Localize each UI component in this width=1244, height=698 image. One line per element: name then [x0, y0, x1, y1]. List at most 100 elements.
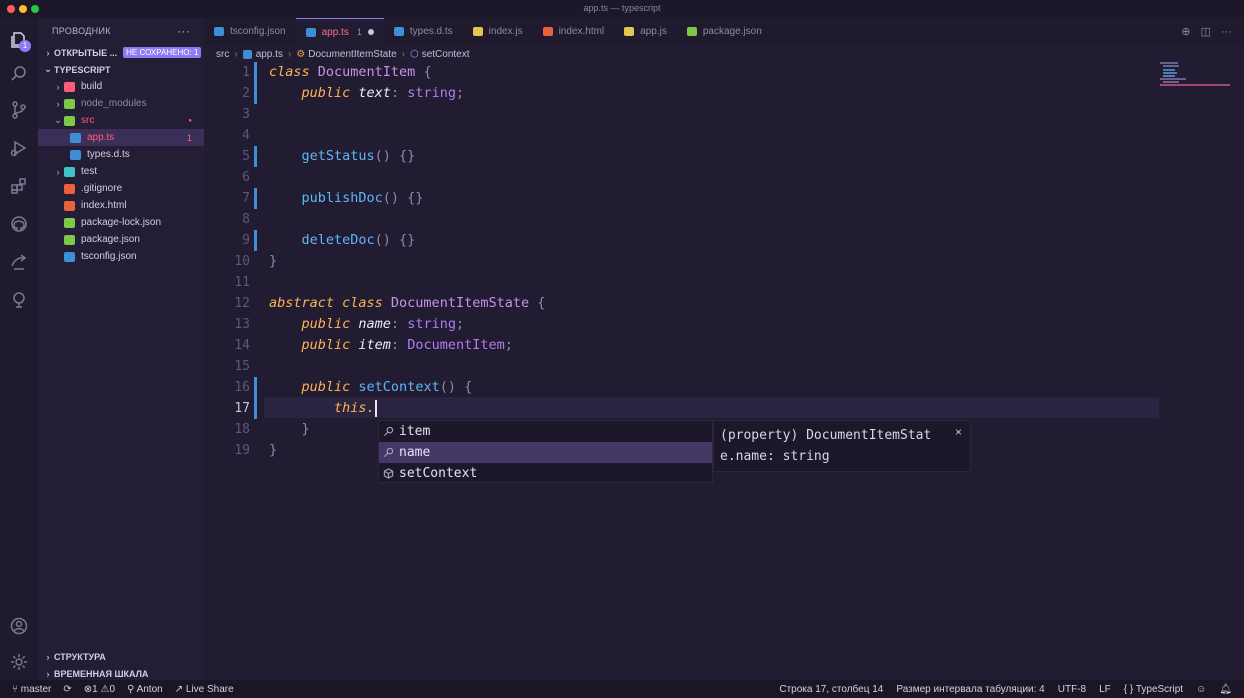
- code-line: 7 publishDoc() {}: [204, 188, 1204, 209]
- chevron-right-icon: ›: [401, 48, 405, 60]
- problems-status[interactable]: ⊗1 ⚠0: [84, 684, 115, 695]
- split-editor-icon[interactable]: ◫: [1201, 25, 1211, 38]
- encoding-status[interactable]: UTF-8: [1058, 684, 1086, 695]
- tab-label: app.js: [640, 26, 667, 37]
- method-icon: [382, 467, 395, 480]
- tab-label: index.js: [488, 26, 523, 37]
- suggestion-item-name[interactable]: name: [379, 442, 712, 463]
- live-share-status[interactable]: ↗ Live Share: [175, 684, 234, 695]
- compare-icon[interactable]: ⊕: [1181, 25, 1190, 38]
- code-token: DocumentItem: [317, 64, 424, 80]
- tree-item-gitignore[interactable]: .gitignore: [38, 180, 204, 197]
- tab-app-ts[interactable]: app.ts 1: [295, 18, 384, 45]
- tab-app-js[interactable]: app.js: [614, 18, 677, 45]
- more-actions-icon[interactable]: ···: [177, 24, 190, 38]
- code-line: 3: [204, 104, 1204, 125]
- github-icon[interactable]: [7, 212, 31, 236]
- tab-types-d-ts[interactable]: types.d.ts: [384, 18, 463, 45]
- tree-item-node-modules[interactable]: › node_modules: [38, 95, 204, 112]
- line-number: 6: [242, 170, 250, 185]
- breadcrumb-folder[interactable]: src: [216, 49, 229, 60]
- remote-icon[interactable]: [7, 250, 31, 274]
- tree-item-package-lock-json[interactable]: package-lock.json: [38, 214, 204, 231]
- code-line: 9 deleteDoc() {}: [204, 230, 1204, 251]
- tree-item-index-html[interactable]: index.html: [38, 197, 204, 214]
- structure-section[interactable]: › СТРУКТУРА: [38, 648, 204, 665]
- code-token: DocumentItemState: [390, 295, 538, 311]
- language-status[interactable]: { } TypeScript: [1124, 684, 1183, 695]
- notifications-bell-icon[interactable]: 🔔︎: [1219, 684, 1232, 695]
- code-token: }: [301, 421, 310, 437]
- line-number: 9: [242, 233, 250, 248]
- tree-item-app-ts[interactable]: app.ts 1: [38, 129, 204, 146]
- cursor-position[interactable]: Строка 17, столбец 14: [779, 684, 883, 695]
- eol-status[interactable]: LF: [1099, 684, 1111, 695]
- code-token: class: [269, 64, 318, 80]
- tab-label: tsconfig.json: [230, 26, 286, 37]
- tab-tsconfig-json[interactable]: tsconfig.json: [204, 18, 296, 45]
- tree-item-label: index.html: [81, 200, 127, 211]
- line-number: 18: [234, 422, 250, 437]
- explorer-sidebar: ПРОВОДНИК ··· › ОТКРЫТЫЕ ... НЕ СОХРАНЕН…: [38, 18, 204, 680]
- breadcrumb-class[interactable]: DocumentItemState: [308, 49, 396, 60]
- ts-file-icon: [64, 251, 75, 262]
- user-status[interactable]: ⚲ Anton: [127, 684, 163, 695]
- line-number: 4: [242, 128, 250, 143]
- suggestion-widget: item name setContext: [378, 420, 713, 483]
- account-icon[interactable]: [7, 614, 31, 638]
- settings-gear-icon[interactable]: [7, 650, 31, 674]
- file-tree: › build › node_modules ⌄ src ● app.ts 1 types.d.t…: [38, 78, 204, 265]
- suggestion-item-item[interactable]: item: [379, 421, 712, 442]
- breadcrumb-file[interactable]: app.ts: [256, 49, 283, 60]
- tree-item-package-json[interactable]: package.json: [38, 231, 204, 248]
- code-token: name: [358, 316, 391, 332]
- code-editor[interactable]: 1 class DocumentItem {2 public text: stri…: [204, 62, 1244, 680]
- tree-item-test[interactable]: › test: [38, 163, 204, 180]
- more-actions-icon[interactable]: ···: [1221, 26, 1232, 38]
- search-icon[interactable]: [7, 62, 31, 86]
- problem-count: 1: [186, 132, 192, 143]
- tab-index-html[interactable]: index.html: [533, 18, 615, 45]
- branch-status[interactable]: ⑂ master: [12, 684, 51, 695]
- code-line: 15: [204, 356, 1204, 377]
- chevron-right-icon: ›: [287, 48, 292, 60]
- sync-icon[interactable]: ⟳: [63, 684, 71, 695]
- file-icon: [64, 200, 75, 211]
- line-number: 2: [242, 86, 250, 101]
- minimap[interactable]: [1160, 62, 1232, 102]
- line-number: 11: [234, 275, 250, 290]
- close-details-icon[interactable]: ×: [955, 422, 962, 443]
- tree-item-src[interactable]: ⌄ src ●: [38, 112, 204, 129]
- suggestion-item-setcontext[interactable]: setContext: [379, 463, 712, 484]
- breadcrumb-method[interactable]: setContext: [422, 49, 470, 60]
- project-section[interactable]: ⌄ TYPESCRIPT: [38, 61, 204, 78]
- source-control-icon[interactable]: [7, 98, 31, 122]
- activity-bar: 1: [0, 18, 38, 680]
- unsaved-badge: НЕ СОХРАНЕНО: 1: [123, 47, 202, 58]
- tree-item-types-d-ts[interactable]: types.d.ts: [38, 146, 204, 163]
- code-token: {: [537, 295, 546, 311]
- window-title: app.ts — typescript: [583, 3, 661, 13]
- open-editors-section[interactable]: › ОТКРЫТЫЕ ... НЕ СОХРАНЕНО: 1: [38, 44, 204, 61]
- files-icon[interactable]: 1: [7, 28, 31, 52]
- feedback-icon[interactable]: ☺: [1196, 684, 1206, 695]
- git-branch-icon: ⑂: [12, 683, 21, 695]
- indentation-status[interactable]: Размер интервала табуляции: 4: [896, 684, 1044, 695]
- tree-item-build[interactable]: › build: [38, 78, 204, 95]
- unsaved-dot-icon[interactable]: [367, 29, 374, 35]
- run-debug-icon[interactable]: [7, 136, 31, 160]
- code-line: 1 class DocumentItem {: [204, 62, 1204, 83]
- tab-label: app.ts: [321, 26, 349, 38]
- property-icon: [382, 446, 395, 459]
- open-editors-label: ОТКРЫТЫЕ ...: [54, 47, 118, 58]
- tree-icon[interactable]: [7, 288, 31, 312]
- tree-item-tsconfig-json[interactable]: tsconfig.json: [38, 248, 204, 265]
- file-type-icon: [542, 27, 553, 36]
- code-line: 8: [204, 209, 1204, 230]
- file-icon: [64, 217, 75, 228]
- extensions-icon[interactable]: [7, 174, 31, 198]
- tab-package-json[interactable]: package.json: [677, 18, 772, 45]
- tab-index-js[interactable]: index.js: [463, 18, 533, 45]
